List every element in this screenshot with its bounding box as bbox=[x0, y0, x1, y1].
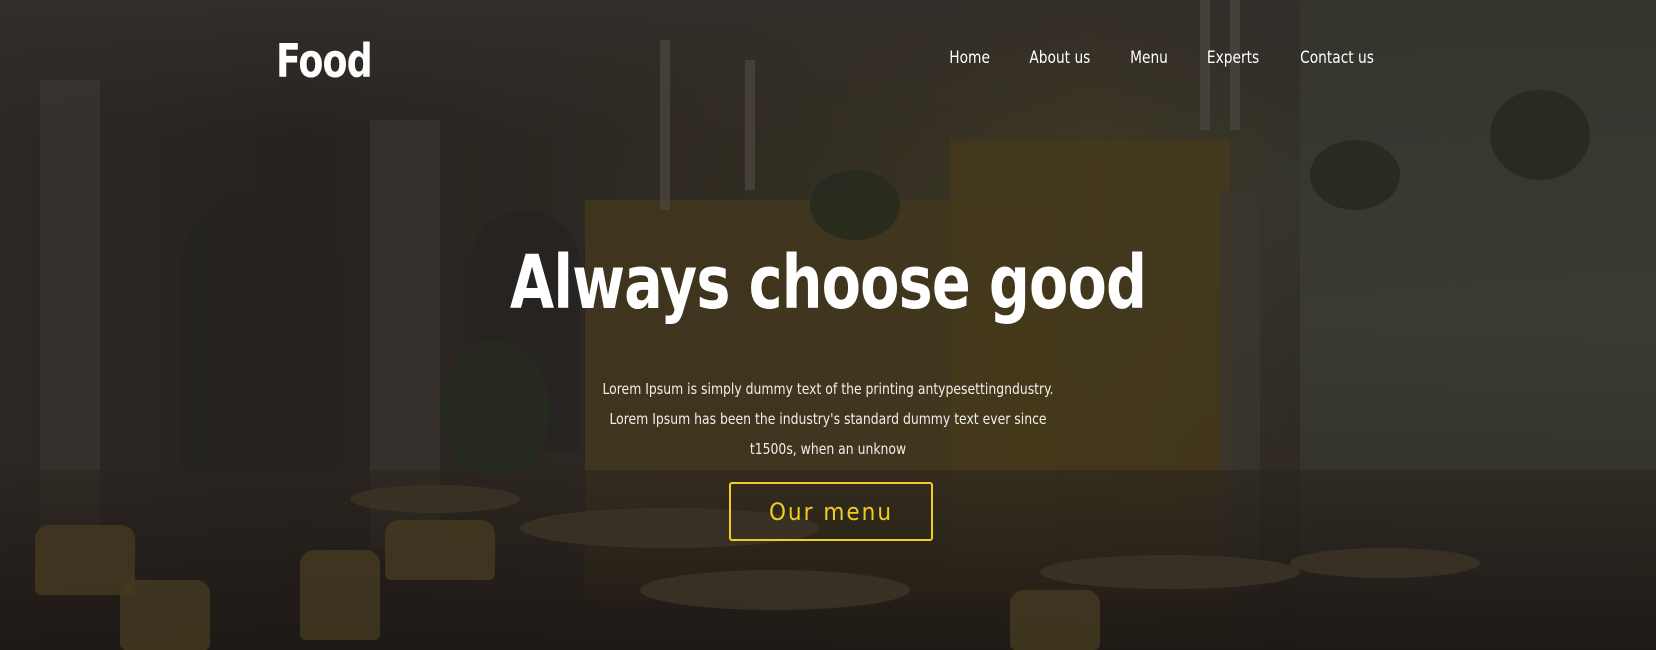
hero-section: Food Home About us Menu Experts Contact … bbox=[0, 0, 1656, 650]
our-menu-button[interactable]: Our menu bbox=[729, 482, 933, 541]
site-logo[interactable]: Food bbox=[276, 34, 373, 88]
nav-item-experts[interactable]: Experts bbox=[1207, 48, 1259, 68]
hero-headline: Always choose good bbox=[509, 240, 1147, 326]
hero-description: Lorem Ipsum is simply dummy text of the … bbox=[602, 380, 1054, 458]
nav-item-contact-us[interactable]: Contact us bbox=[1300, 48, 1374, 68]
nav-item-home[interactable]: Home bbox=[949, 48, 990, 68]
nav-item-about-us[interactable]: About us bbox=[1030, 48, 1091, 68]
nav-item-menu[interactable]: Menu bbox=[1130, 48, 1168, 68]
main-nav: Home About us Menu Experts Contact us bbox=[947, 48, 1378, 68]
